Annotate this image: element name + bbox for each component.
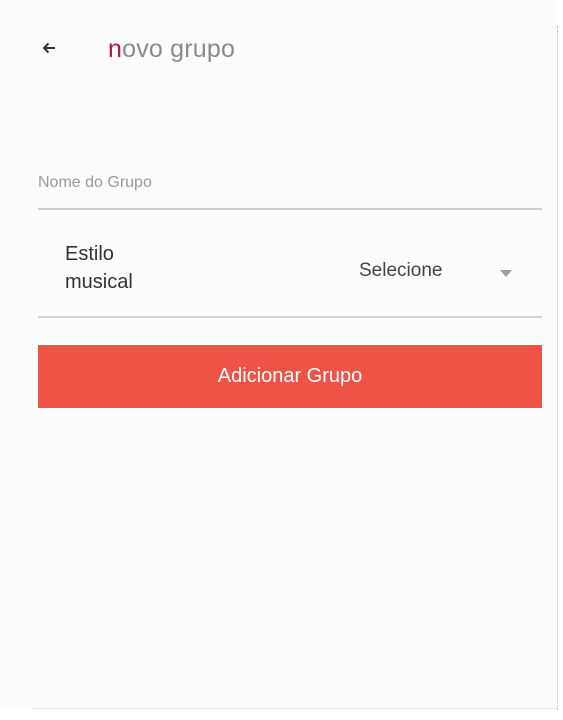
back-button[interactable] (38, 36, 62, 60)
group-name-input[interactable] (38, 170, 538, 196)
frame-edge-right (557, 26, 558, 710)
caret-down-icon (500, 265, 512, 277)
arrow-left-icon (42, 41, 58, 55)
music-style-label: Estilo musical (65, 243, 133, 293)
frame-edge-bottom (32, 708, 557, 709)
music-style-select[interactable]: Selecione (348, 252, 528, 288)
page-title: novo grupo (108, 34, 235, 64)
page-title-accent: n (108, 35, 123, 63)
music-style-row: Estilo musical Selecione (38, 226, 542, 318)
add-group-button[interactable]: Adicionar Grupo (38, 345, 542, 408)
page-title-rest: ovo grupo (122, 35, 236, 63)
group-name-field (38, 162, 542, 210)
screen: novo grupo Estilo musical Selecione Adic… (0, 0, 557, 708)
music-style-selected-value: Selecione (359, 260, 443, 281)
